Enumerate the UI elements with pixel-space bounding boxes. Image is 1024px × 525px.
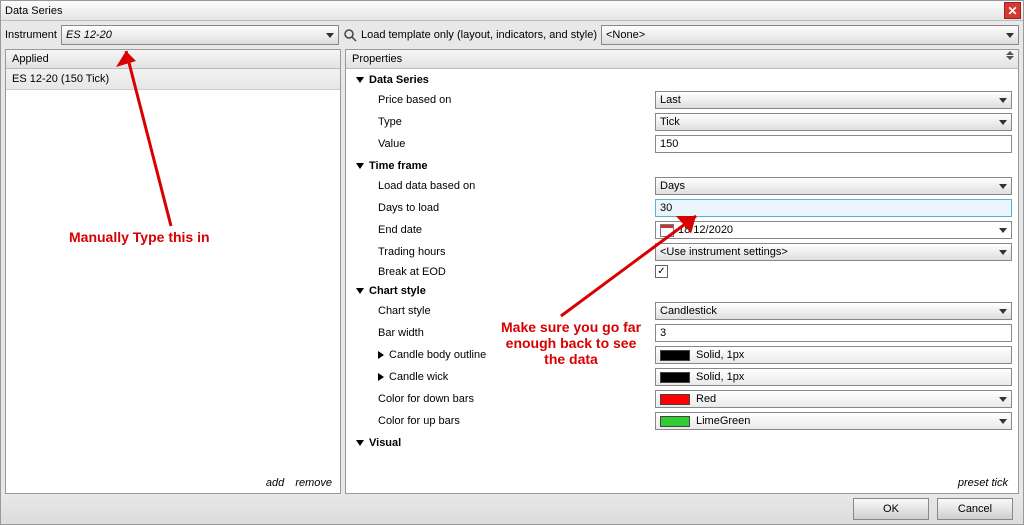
value-input[interactable]: 150 xyxy=(655,135,1012,153)
chevron-down-icon xyxy=(356,440,364,446)
trading-hours-dropdown[interactable]: <Use instrument settings> xyxy=(655,243,1012,261)
chevron-down-icon xyxy=(999,419,1007,424)
scroll-up-icon[interactable] xyxy=(1006,51,1014,55)
group-time-frame[interactable]: Time frame xyxy=(346,155,1018,175)
search-icon[interactable] xyxy=(343,28,357,42)
main-body: Applied ES 12-20 (150 Tick) add remove P… xyxy=(1,49,1023,494)
candle-body-outline-label[interactable]: Candle body outline xyxy=(346,344,651,366)
type-label: Type xyxy=(346,111,651,133)
color-swatch xyxy=(660,394,690,405)
break-eod-checkbox[interactable]: ✓ xyxy=(655,265,668,278)
chevron-right-icon xyxy=(378,373,384,381)
end-date-label: End date xyxy=(346,219,651,241)
properties-header: Properties xyxy=(346,50,1018,69)
scroll-down-icon[interactable] xyxy=(1006,56,1014,60)
add-link[interactable]: add xyxy=(266,477,284,489)
bar-width-input[interactable]: 3 xyxy=(655,324,1012,342)
instrument-value: ES 12-20 xyxy=(66,29,112,41)
properties-body[interactable]: Data Series Price based onLast TypeTick … xyxy=(346,69,1018,473)
color-swatch xyxy=(660,372,690,383)
ok-button[interactable]: OK xyxy=(853,498,929,520)
color-down-dropdown[interactable]: Red xyxy=(655,390,1012,408)
chevron-down-icon xyxy=(356,77,364,83)
type-dropdown[interactable]: Tick xyxy=(655,113,1012,131)
candle-wick-color[interactable]: Solid, 1px xyxy=(655,368,1012,386)
properties-header-text: Properties xyxy=(352,53,402,65)
cancel-button[interactable]: Cancel xyxy=(937,498,1013,520)
close-button[interactable]: ✕ xyxy=(1004,2,1021,19)
days-to-load-input[interactable]: 30 xyxy=(655,199,1012,217)
group-data-series[interactable]: Data Series xyxy=(346,69,1018,89)
properties-footer[interactable]: preset tick xyxy=(346,473,1018,493)
load-template-label: Load template only (layout, indicators, … xyxy=(361,29,597,41)
instrument-dropdown[interactable]: ES 12-20 xyxy=(61,25,339,45)
properties-table: Data Series Price based onLast TypeTick … xyxy=(346,69,1018,452)
properties-panel: Properties Data Series Price based onLas… xyxy=(345,49,1019,494)
group-chart-style[interactable]: Chart style xyxy=(346,280,1018,300)
chart-style-label: Chart style xyxy=(346,300,651,322)
window-title: Data Series xyxy=(5,5,62,17)
price-based-on-dropdown[interactable]: Last xyxy=(655,91,1012,109)
end-date-picker[interactable]: 18/12/2020 xyxy=(655,221,1012,239)
instrument-row: Instrument ES 12-20 Load template only (… xyxy=(1,21,1023,49)
chevron-down-icon xyxy=(356,163,364,169)
applied-item[interactable]: ES 12-20 (150 Tick) xyxy=(6,69,340,90)
candle-wick-label[interactable]: Candle wick xyxy=(346,366,651,388)
bar-width-label: Bar width xyxy=(346,322,651,344)
group-visual[interactable]: Visual xyxy=(346,432,1018,452)
color-swatch xyxy=(660,416,690,427)
chart-style-dropdown[interactable]: Candlestick xyxy=(655,302,1012,320)
chevron-right-icon xyxy=(378,351,384,359)
price-based-on-label: Price based on xyxy=(346,89,651,111)
value-label: Value xyxy=(346,133,651,155)
load-data-dropdown[interactable]: Days xyxy=(655,177,1012,195)
color-up-bars-label: Color for up bars xyxy=(346,410,651,432)
trading-hours-label: Trading hours xyxy=(346,241,651,263)
color-swatch xyxy=(660,350,690,361)
data-series-window: Data Series ✕ Instrument ES 12-20 Load t… xyxy=(0,0,1024,525)
break-eod-label: Break at EOD xyxy=(346,263,651,280)
calendar-icon xyxy=(660,224,674,237)
load-data-label: Load data based on xyxy=(346,175,651,197)
applied-footer: add remove xyxy=(6,473,340,493)
applied-header-text: Applied xyxy=(12,53,49,65)
color-up-dropdown[interactable]: LimeGreen xyxy=(655,412,1012,430)
instrument-label: Instrument xyxy=(5,29,57,41)
title-bar: Data Series ✕ xyxy=(1,1,1023,21)
template-value: <None> xyxy=(606,29,645,41)
applied-panel: Applied ES 12-20 (150 Tick) add remove xyxy=(5,49,341,494)
scroll-arrows xyxy=(1004,51,1016,60)
button-bar: OK Cancel xyxy=(1,494,1023,524)
template-dropdown[interactable]: <None> xyxy=(601,25,1019,45)
days-to-load-label: Days to load xyxy=(346,197,651,219)
chevron-down-icon xyxy=(999,397,1007,402)
applied-list: ES 12-20 (150 Tick) xyxy=(6,69,340,473)
applied-header: Applied xyxy=(6,50,340,69)
chevron-down-icon xyxy=(356,288,364,294)
candle-body-color[interactable]: Solid, 1px xyxy=(655,346,1012,364)
close-icon: ✕ xyxy=(1007,4,1017,18)
remove-link[interactable]: remove xyxy=(295,477,332,489)
color-down-bars-label: Color for down bars xyxy=(346,388,651,410)
